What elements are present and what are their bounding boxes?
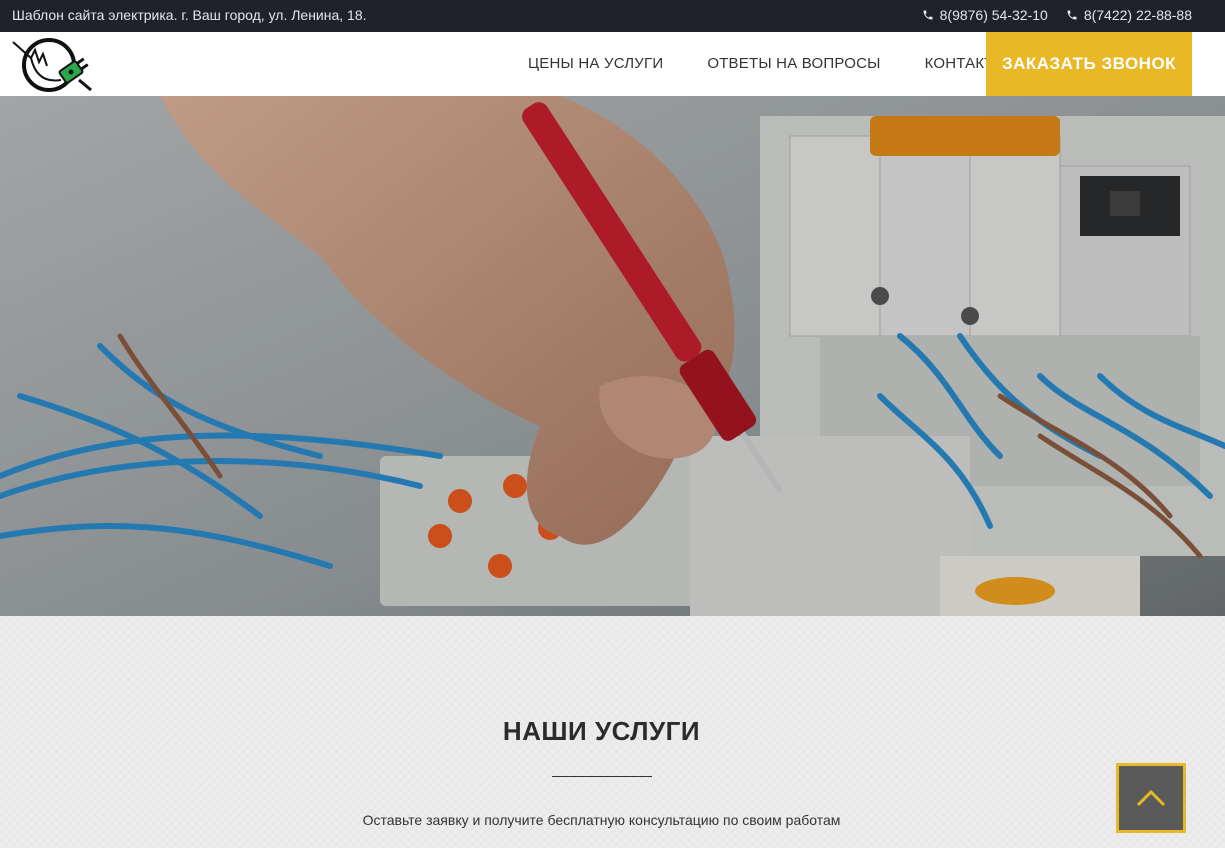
phone-list: 8(9876) 54-32-10 8(7422) 22-88-88 [922, 7, 1192, 23]
site-address: Шаблон сайта электрика. г. Ваш город, ул… [12, 7, 367, 23]
section-subtitle: Оставьте заявку и получите бесплатную ко… [362, 812, 841, 828]
nav-faq[interactable]: ОТВЕТЫ НА ВОПРОСЫ [685, 32, 902, 96]
services-section: НАШИ УСЛУГИ Оставьте заявку и получите б… [0, 616, 1225, 848]
phone-2[interactable]: 8(7422) 22-88-88 [1066, 7, 1192, 23]
main-menu: ЦЕНЫ НА УСЛУГИ ОТВЕТЫ НА ВОПРОСЫ КОНТАКТ… [506, 32, 1029, 96]
phone-1[interactable]: 8(9876) 54-32-10 [922, 7, 1048, 23]
hero-image [0, 96, 1225, 616]
top-bar: Шаблон сайта электрика. г. Ваш город, ул… [0, 0, 1225, 32]
order-call-button[interactable]: ЗАКАЗАТЬ ЗВОНОК [986, 32, 1192, 96]
title-divider [552, 776, 652, 777]
phone-icon [1067, 10, 1077, 20]
hero-slider [0, 96, 1225, 616]
nav-prices[interactable]: ЦЕНЫ НА УСЛУГИ [506, 32, 685, 96]
section-title: НАШИ УСЛУГИ [502, 716, 701, 746]
phone-number: 8(7422) 22-88-88 [1083, 7, 1192, 23]
phone-icon [923, 10, 933, 20]
scroll-top-button[interactable] [1116, 763, 1186, 833]
chevron-up-icon [1136, 789, 1166, 807]
plug-logo-icon[interactable] [11, 36, 95, 94]
main-navbar: ЦЕНЫ НА УСЛУГИ ОТВЕТЫ НА ВОПРОСЫ КОНТАКТ… [0, 32, 1225, 96]
phone-number: 8(9876) 54-32-10 [939, 7, 1048, 23]
